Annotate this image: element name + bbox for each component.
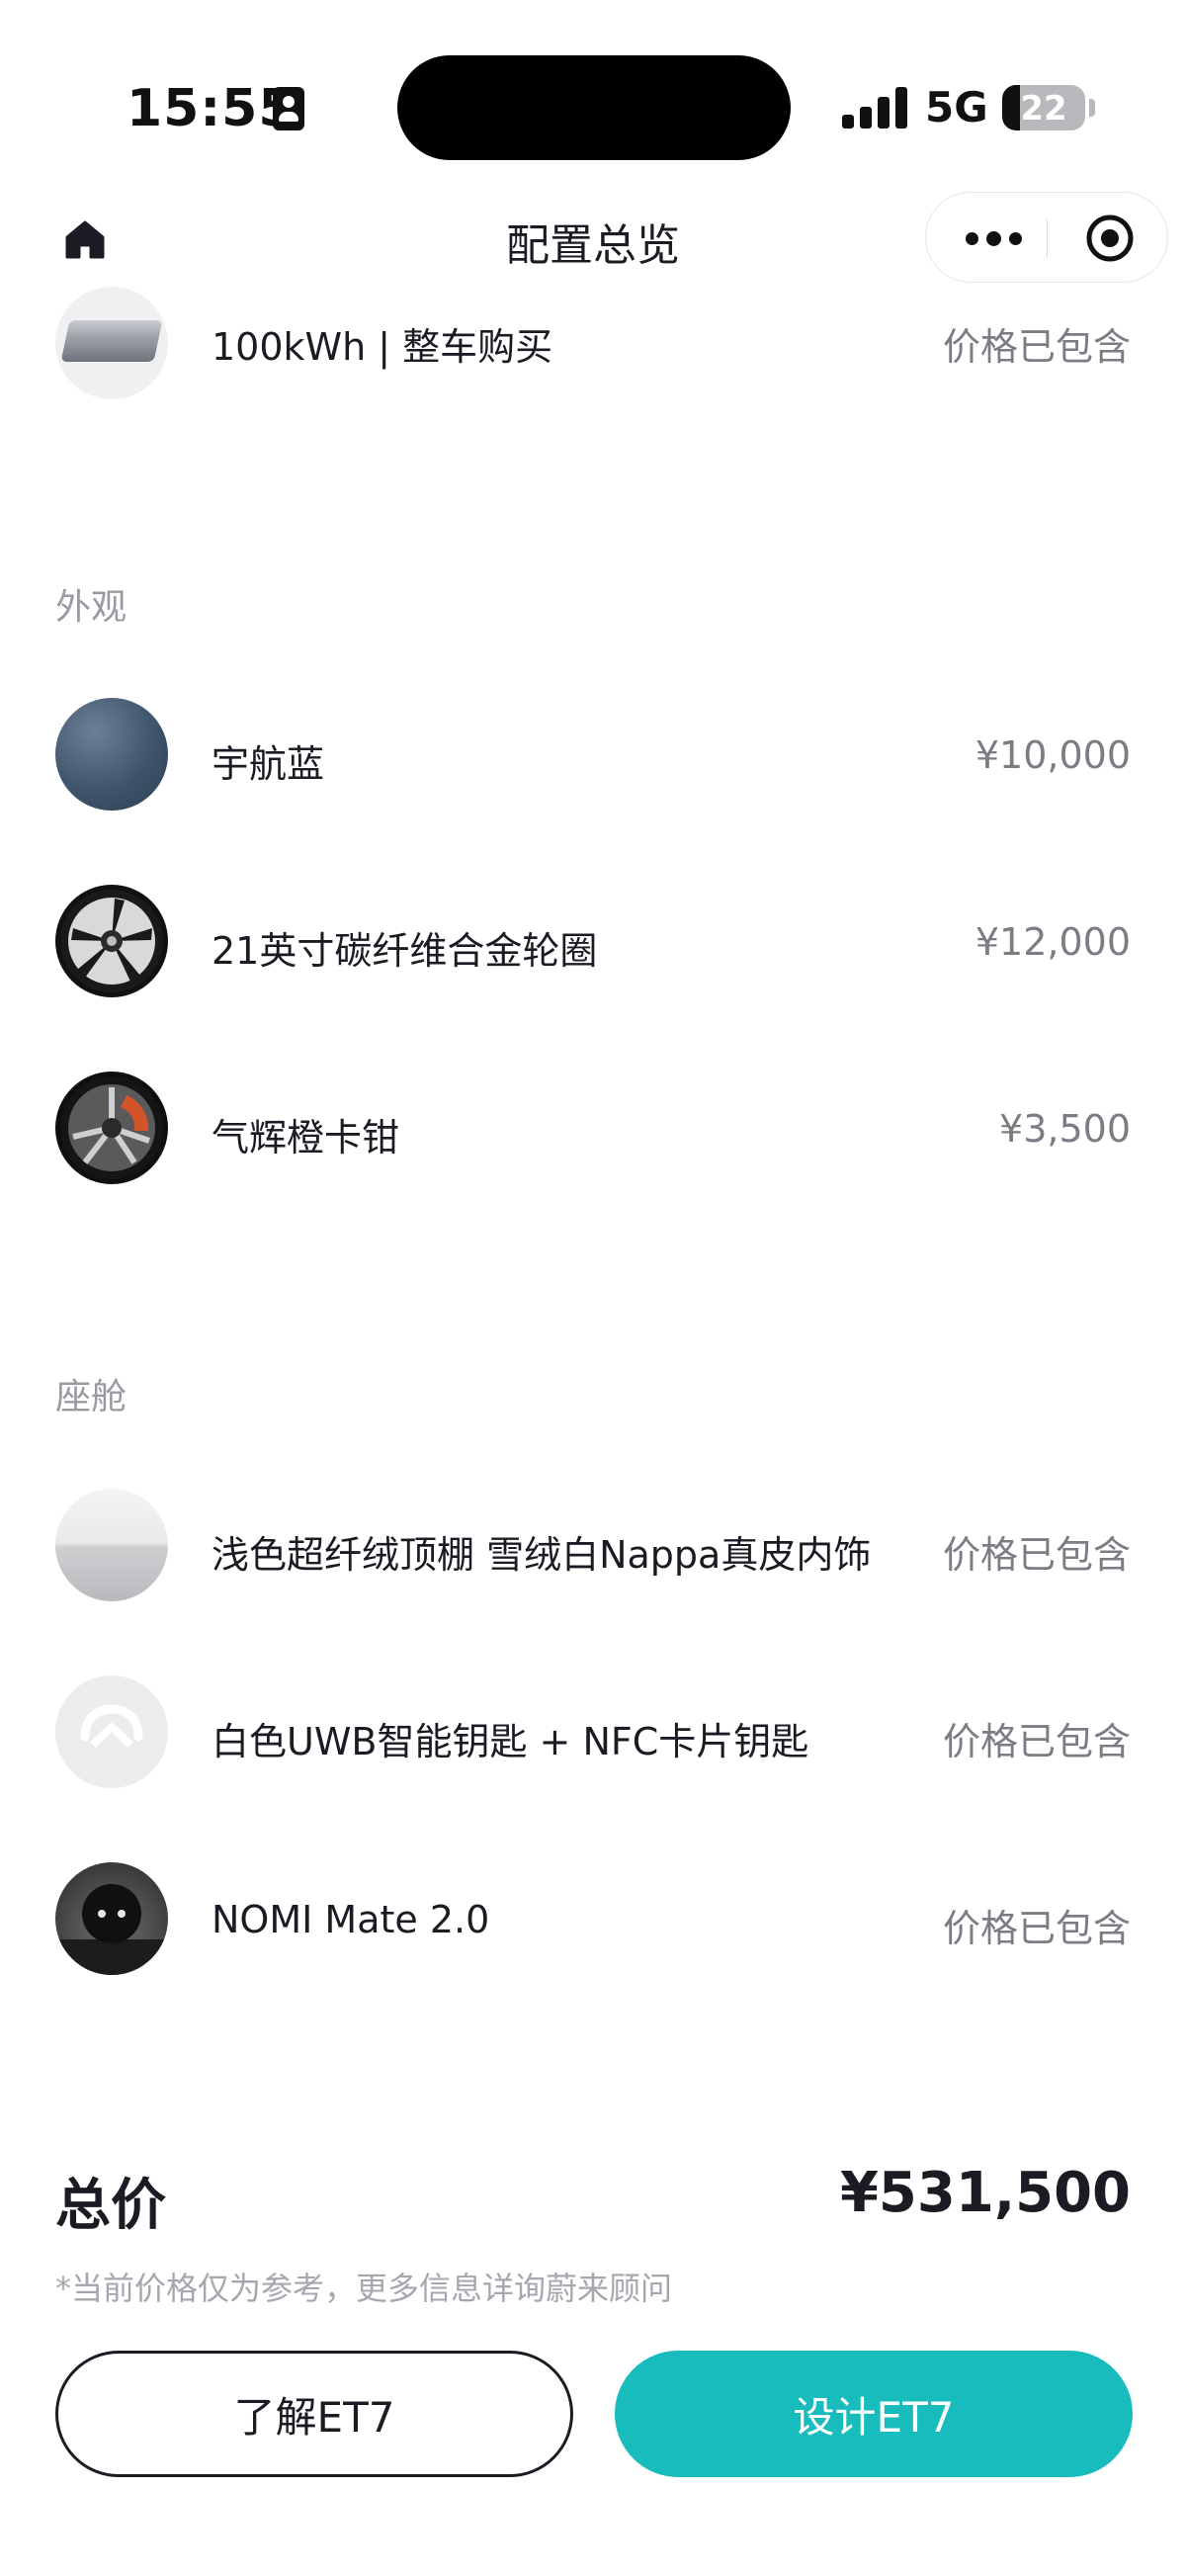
list-item-paint[interactable]: 宇航蓝 ¥10,000: [0, 698, 1186, 816]
item-price: ¥10,000: [974, 733, 1131, 777]
item-price: ¥12,000: [974, 920, 1131, 964]
item-price: ¥3,500: [999, 1107, 1131, 1151]
list-item-battery[interactable]: 100kWh | 整车购买 价格已包含: [0, 287, 1186, 405]
section-title-cabin: 座舱: [55, 1377, 127, 1417]
list-item-interior[interactable]: 浅色超纤绒顶棚 雪绒白Nappa真皮内饰 价格已包含: [0, 1489, 1186, 1607]
paint-swatch: [55, 698, 168, 811]
network-type: 5G: [925, 83, 988, 131]
key-image: [55, 1675, 168, 1788]
item-name: NOMI Mate 2.0: [212, 1898, 490, 1941]
total-price: ¥531,500: [839, 2161, 1131, 2225]
dynamic-island: [397, 55, 791, 160]
item-price: 价格已包含: [942, 1720, 1131, 1763]
status-time: 15:55: [127, 79, 296, 138]
item-price: 价格已包含: [942, 1533, 1131, 1577]
list-item-nomi[interactable]: NOMI Mate 2.0 价格已包含: [0, 1862, 1186, 1981]
item-price: 价格已包含: [942, 325, 1131, 369]
list-item-caliper[interactable]: 气辉橙卡钳 ¥3,500: [0, 1072, 1186, 1190]
item-name: 白色UWB智能钥匙 + NFC卡片钥匙: [212, 1720, 809, 1763]
design-et7-button[interactable]: 设计ET7: [615, 2351, 1133, 2477]
contact-card-icon: [273, 87, 304, 130]
record-icon[interactable]: [1084, 213, 1136, 264]
list-item-wheels[interactable]: 21英寸碳纤维合金轮圈 ¥12,000: [0, 885, 1186, 1003]
item-name: 浅色超纤绒顶棚 雪绒白Nappa真皮内饰: [212, 1533, 872, 1577]
capsule-divider: [1047, 218, 1048, 258]
total-label: 总价: [55, 2174, 166, 2238]
signal-icon: [842, 87, 907, 129]
item-name: 气辉橙卡钳: [212, 1116, 400, 1159]
more-icon[interactable]: [956, 193, 1051, 284]
nav-bar: 配置总览: [0, 178, 1186, 297]
battery-pack-image: [55, 287, 168, 399]
wheel-image: [55, 885, 168, 997]
status-bar: 15:55 5G 22: [0, 0, 1186, 178]
mini-program-capsule: [925, 192, 1168, 283]
battery-cap: [1089, 99, 1095, 117]
caliper-image: [55, 1072, 168, 1184]
section-title-exterior: 外观: [55, 587, 127, 628]
interior-swatch: [55, 1489, 168, 1601]
price-disclaimer: *当前价格仅为参考，更多信息详询蔚来顾问: [55, 2270, 673, 2307]
item-name: 21英寸碳纤维合金轮圈: [212, 929, 598, 973]
nomi-image: [55, 1862, 168, 1975]
battery-level: 22: [1020, 89, 1067, 129]
battery-icon: 22: [1002, 85, 1085, 130]
item-name: 宇航蓝: [212, 742, 325, 786]
list-item-key[interactable]: 白色UWB智能钥匙 + NFC卡片钥匙 价格已包含: [0, 1675, 1186, 1794]
item-name: 100kWh | 整车购买: [212, 325, 553, 369]
learn-et7-button[interactable]: 了解ET7: [55, 2351, 573, 2477]
item-price: 价格已包含: [942, 1907, 1131, 1950]
